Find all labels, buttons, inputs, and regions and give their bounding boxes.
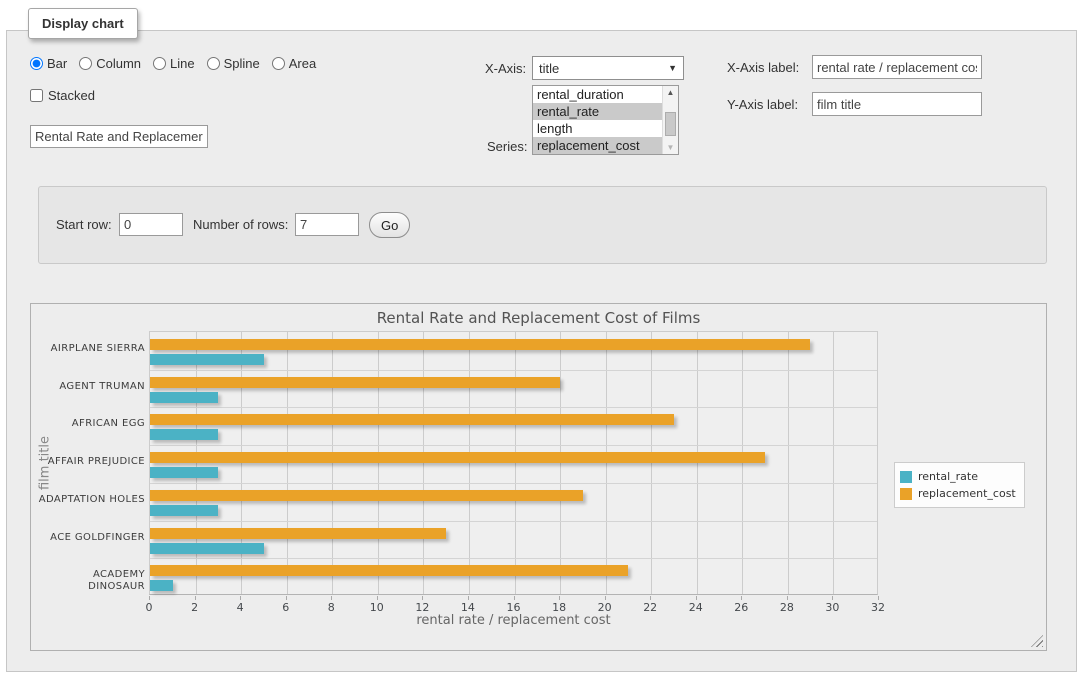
category-label: ADAPTATION HOLES bbox=[33, 494, 145, 506]
series-list-label: Series: bbox=[487, 139, 527, 154]
legend-swatch bbox=[900, 488, 912, 500]
legend-item-replacement_cost: replacement_cost bbox=[900, 485, 1016, 502]
x-axis-label-label: X-Axis label: bbox=[727, 60, 799, 75]
gridline bbox=[150, 370, 877, 371]
gridline bbox=[150, 521, 877, 522]
gridline bbox=[150, 483, 877, 484]
chart-type-label-area[interactable]: Area bbox=[289, 56, 316, 71]
x-tick-mark bbox=[514, 596, 515, 600]
chart-type-label-column[interactable]: Column bbox=[96, 56, 141, 71]
start-row-label: Start row: bbox=[56, 217, 112, 232]
series-option-rental_rate[interactable]: rental_rate bbox=[533, 103, 662, 120]
bar-rental_rate bbox=[150, 543, 264, 554]
x-tick-mark bbox=[468, 596, 469, 600]
scroll-up-icon[interactable]: ▲ bbox=[663, 88, 678, 97]
x-tick-mark bbox=[149, 596, 150, 600]
y-axis-label-input[interactable] bbox=[812, 92, 982, 116]
bar-replacement_cost bbox=[150, 565, 628, 576]
x-axis-selected-value: title bbox=[539, 61, 559, 76]
bar-rental_rate bbox=[150, 580, 173, 591]
x-tick-mark bbox=[741, 596, 742, 600]
x-tick-mark bbox=[377, 596, 378, 600]
series-option-length[interactable]: length bbox=[533, 120, 662, 137]
category-label: ACADEMY DINOSAUR bbox=[33, 569, 145, 593]
legend-item-rental_rate: rental_rate bbox=[900, 468, 1016, 485]
stacked-label: Stacked bbox=[48, 88, 95, 103]
x-tick-mark bbox=[559, 596, 560, 600]
gridline bbox=[150, 445, 877, 446]
chevron-down-icon: ▼ bbox=[668, 63, 677, 73]
chart-title-input[interactable] bbox=[30, 125, 208, 148]
bar-rental_rate bbox=[150, 467, 218, 478]
bar-replacement_cost bbox=[150, 528, 446, 539]
legend-label: rental_rate bbox=[918, 470, 978, 483]
x-axis-label-input[interactable] bbox=[812, 55, 982, 79]
x-tick-mark bbox=[195, 596, 196, 600]
chart-type-radio-spline[interactable] bbox=[207, 57, 220, 70]
category-label: ACE GOLDFINGER bbox=[33, 532, 145, 544]
listbox-scrollbar[interactable]: ▲ ▼ bbox=[662, 86, 678, 154]
gridline bbox=[150, 407, 877, 408]
chart-container: Rental Rate and Replacement Cost of Film… bbox=[30, 303, 1047, 651]
series-option-rental_duration[interactable]: rental_duration bbox=[533, 86, 662, 103]
chart-type-radio-line[interactable] bbox=[153, 57, 166, 70]
chart-type-radio-column[interactable] bbox=[79, 57, 92, 70]
gridline bbox=[833, 332, 834, 594]
x-tick-mark bbox=[650, 596, 651, 600]
x-axis-title: rental rate / replacement cost bbox=[149, 613, 878, 628]
x-tick-mark bbox=[832, 596, 833, 600]
x-tick-mark bbox=[240, 596, 241, 600]
plot-area bbox=[149, 331, 878, 595]
fieldset-legend: Display chart bbox=[28, 8, 138, 39]
x-tick-mark bbox=[605, 596, 606, 600]
y-axis-title: film title bbox=[38, 436, 53, 490]
x-axis-select[interactable]: title ▼ bbox=[532, 56, 684, 80]
x-tick-mark bbox=[696, 596, 697, 600]
x-axis-select-label: X-Axis: bbox=[485, 61, 526, 76]
chart-type-radio-group: Bar Column Line Spline Area bbox=[30, 56, 324, 71]
start-row-input[interactable] bbox=[119, 213, 183, 236]
chart-type-label-line[interactable]: Line bbox=[170, 56, 195, 71]
number-of-rows-label: Number of rows: bbox=[193, 217, 288, 232]
chart-title: Rental Rate and Replacement Cost of Film… bbox=[31, 309, 1046, 327]
gridline bbox=[788, 332, 789, 594]
series-listbox[interactable]: rental_durationrental_ratelengthreplacem… bbox=[532, 85, 679, 155]
chart-type-label-spline[interactable]: Spline bbox=[224, 56, 260, 71]
x-tick-mark bbox=[286, 596, 287, 600]
bar-rental_rate bbox=[150, 392, 218, 403]
chart-type-radio-bar[interactable] bbox=[30, 57, 43, 70]
bar-replacement_cost bbox=[150, 339, 810, 350]
stacked-checkbox-row: Stacked bbox=[30, 88, 95, 103]
bar-replacement_cost bbox=[150, 490, 583, 501]
number-of-rows-input[interactable] bbox=[295, 213, 359, 236]
category-label: AGENT TRUMAN bbox=[33, 381, 145, 393]
bar-replacement_cost bbox=[150, 414, 674, 425]
legend-label: replacement_cost bbox=[918, 487, 1016, 500]
x-tick-mark bbox=[422, 596, 423, 600]
category-label: AIRPLANE SIERRA bbox=[33, 343, 145, 355]
scroll-down-icon[interactable]: ▼ bbox=[663, 143, 678, 152]
category-label: AFRICAN EGG bbox=[33, 418, 145, 430]
x-tick-mark bbox=[331, 596, 332, 600]
bar-rental_rate bbox=[150, 429, 218, 440]
x-tick-mark bbox=[787, 596, 788, 600]
resize-handle-icon[interactable] bbox=[1031, 635, 1043, 647]
legend-swatch bbox=[900, 471, 912, 483]
bar-replacement_cost bbox=[150, 377, 560, 388]
scrollbar-thumb[interactable] bbox=[665, 112, 676, 136]
bar-rental_rate bbox=[150, 354, 264, 365]
chart-legend: rental_rate replacement_cost bbox=[894, 462, 1025, 508]
y-axis-label-label: Y-Axis label: bbox=[727, 97, 798, 112]
stacked-checkbox[interactable] bbox=[30, 89, 43, 102]
go-button[interactable]: Go bbox=[369, 212, 410, 238]
bar-replacement_cost bbox=[150, 452, 765, 463]
rows-panel: Start row: Number of rows: Go bbox=[38, 186, 1047, 264]
chart-type-label-bar[interactable]: Bar bbox=[47, 56, 67, 71]
series-option-replacement_cost[interactable]: replacement_cost bbox=[533, 137, 662, 154]
chart-type-radio-area[interactable] bbox=[272, 57, 285, 70]
x-tick-mark bbox=[878, 596, 879, 600]
bar-rental_rate bbox=[150, 505, 218, 516]
gridline bbox=[150, 558, 877, 559]
